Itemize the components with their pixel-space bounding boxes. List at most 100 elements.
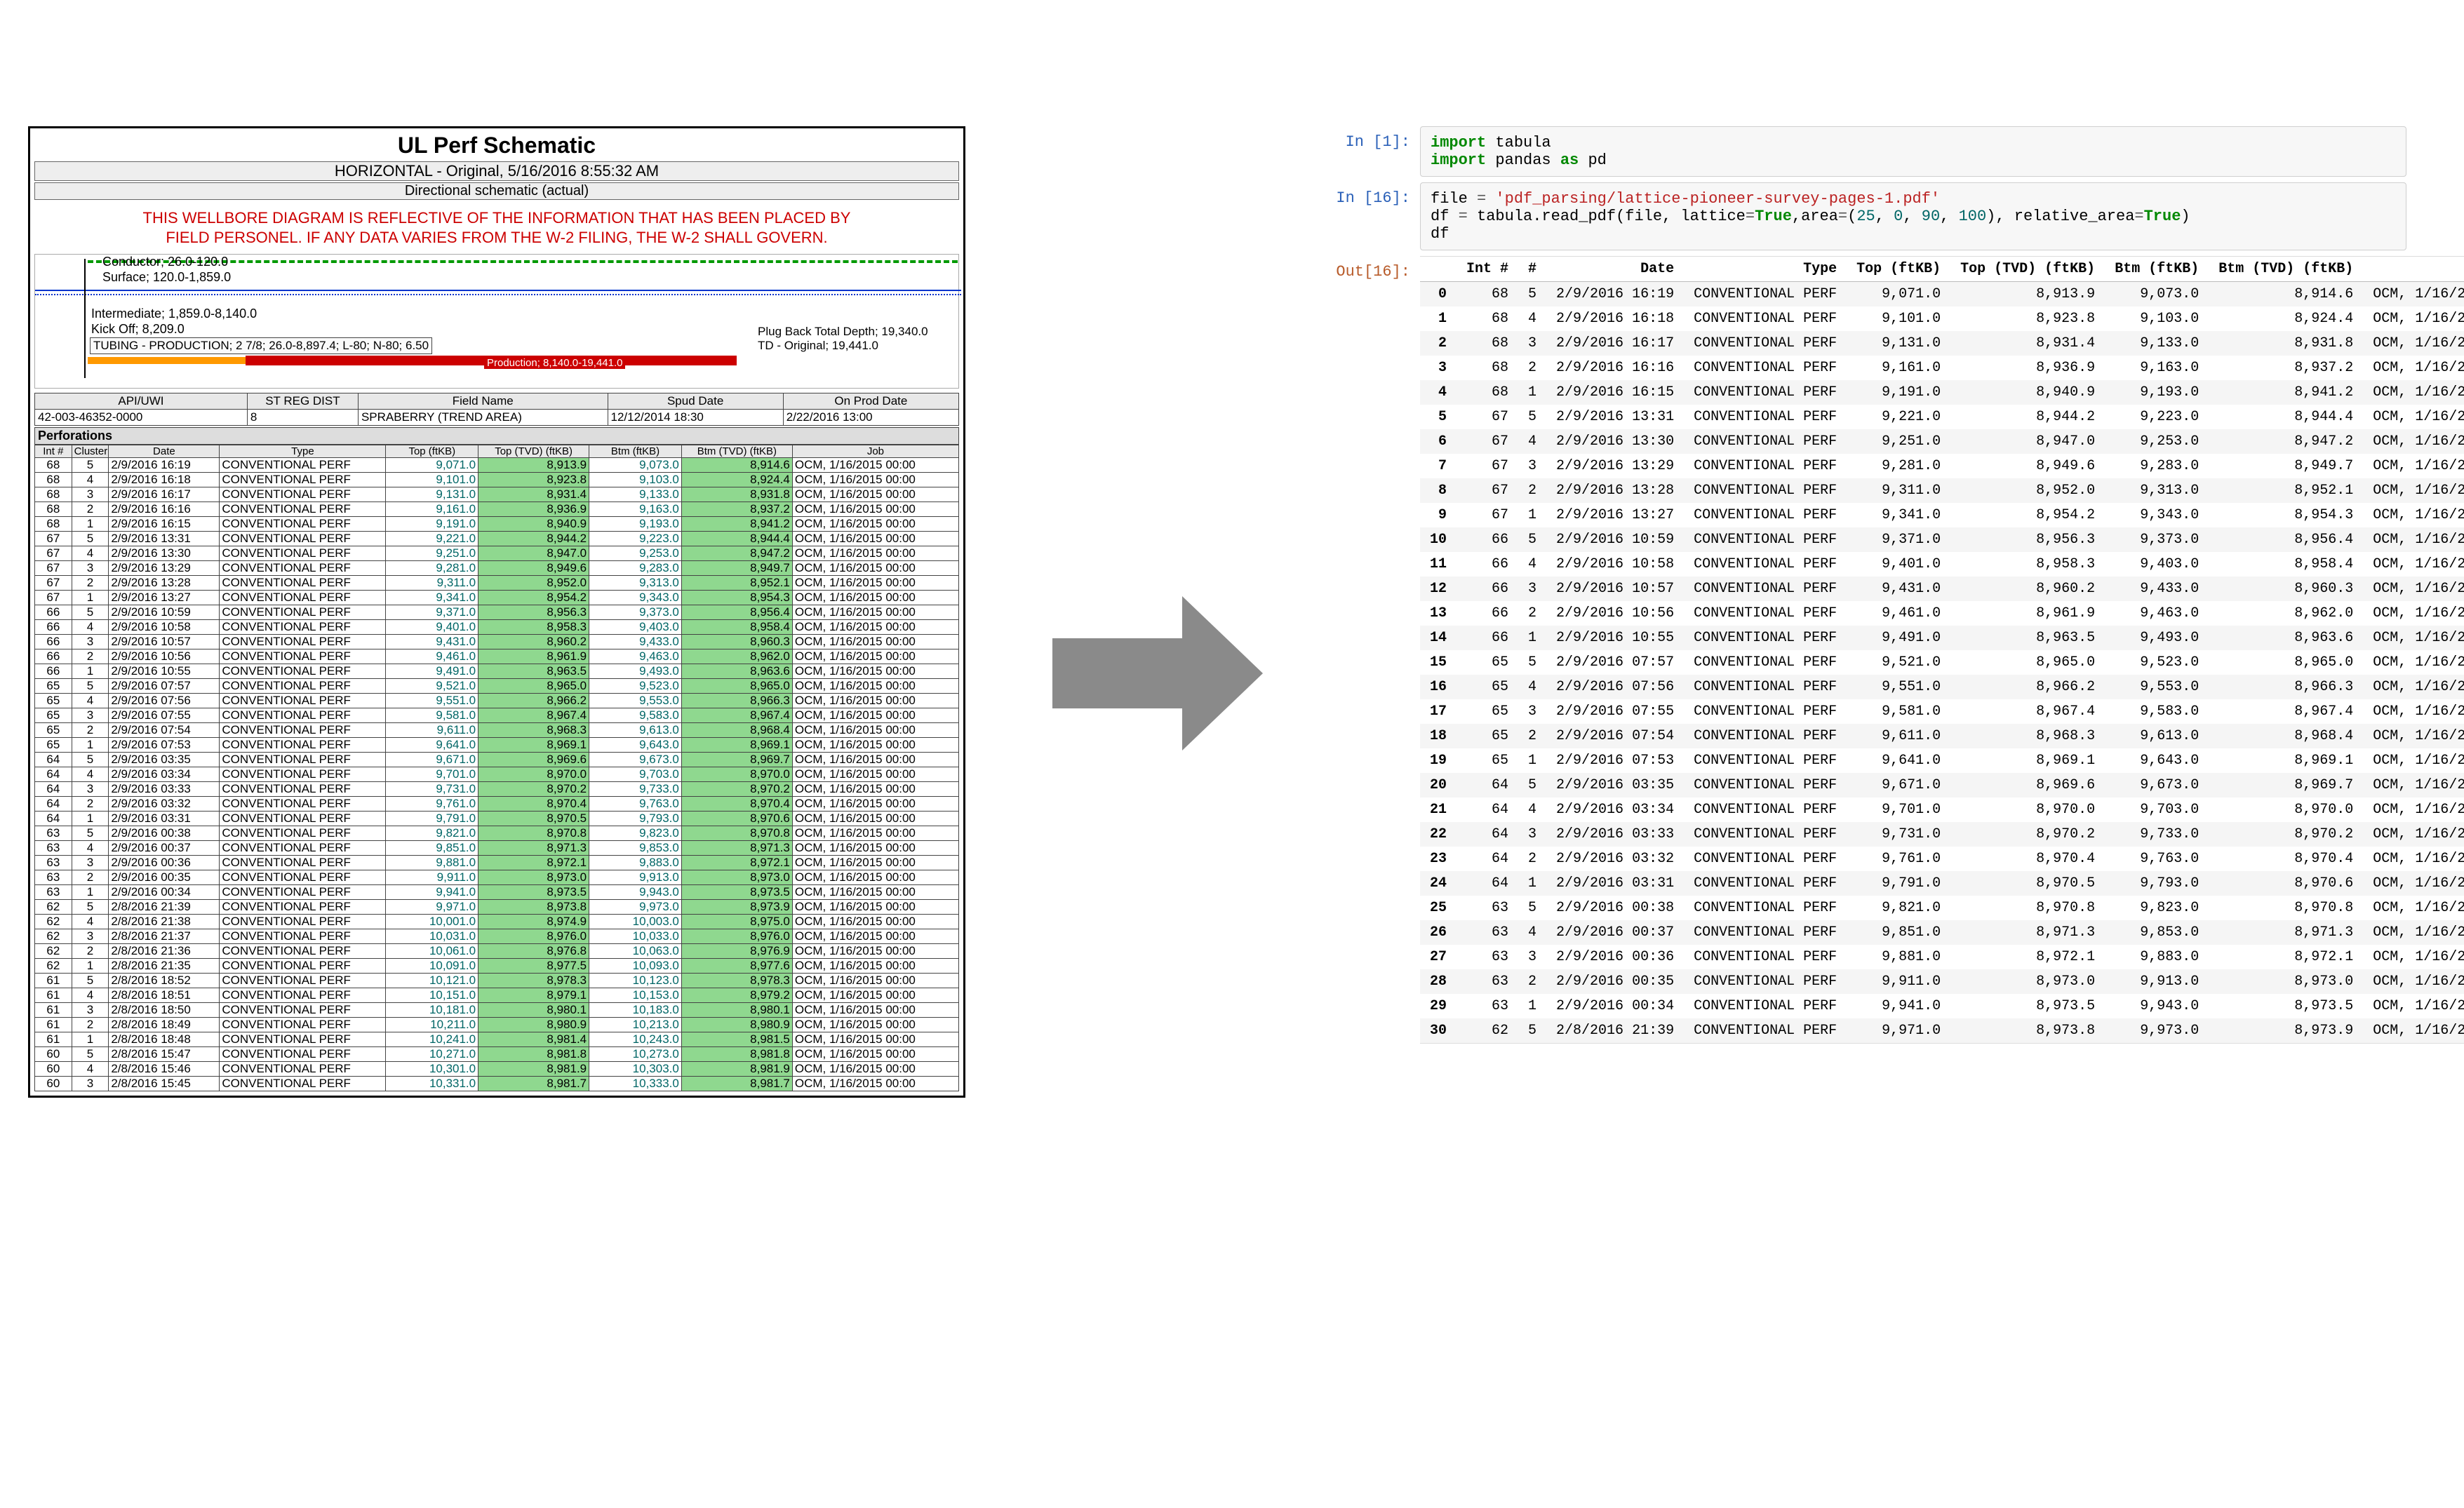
perf-row: 6422/9/2016 03:32CONVENTIONAL PERF9,761.… bbox=[35, 797, 959, 812]
arrow-icon bbox=[1052, 596, 1263, 750]
df-row: 26832/9/2016 16:17CONVENTIONAL PERF9,131… bbox=[1420, 331, 2464, 356]
df-h-cluster: # bbox=[1518, 257, 1546, 282]
df-row: 106652/9/2016 10:59CONVENTIONAL PERF9,37… bbox=[1420, 527, 2464, 552]
df-row: 176532/9/2016 07:55CONVENTIONAL PERF9,58… bbox=[1420, 699, 2464, 724]
doc-warning-line-2: FIELD PERSONEL. IF ANY DATA VARIES FROM … bbox=[166, 229, 827, 246]
hdr-st-value: 8 bbox=[247, 410, 358, 426]
code-cell-1[interactable]: In [1]: import tabula import pandas as p… bbox=[1312, 126, 2406, 177]
perf-row: 6142/8/2016 18:51CONVENTIONAL PERF10,151… bbox=[35, 988, 959, 1003]
df-row: 206452/9/2016 03:35CONVENTIONAL PERF9,67… bbox=[1420, 773, 2464, 797]
perf-h-date: Date bbox=[109, 445, 220, 458]
perf-h-ttvd: Top (TVD) (ftKB) bbox=[478, 445, 589, 458]
sch-intermediate: Intermediate; 1,859.0-8,140.0 bbox=[91, 307, 257, 321]
df-h-type: Type bbox=[1684, 257, 1847, 282]
output-cell: Out[16]: Int # # Date Type Top (ftKB) bbox=[1312, 256, 2406, 1044]
perf-row: 6342/9/2016 00:37CONVENTIONAL PERF9,851.… bbox=[35, 841, 959, 856]
perf-row: 6512/9/2016 07:53CONVENTIONAL PERF9,641.… bbox=[35, 738, 959, 753]
df-row: 66742/9/2016 13:30CONVENTIONAL PERF9,251… bbox=[1420, 429, 2464, 454]
out-prompt: Out[16]: bbox=[1312, 256, 1420, 281]
perf-h-top: Top (ftKB) bbox=[386, 445, 478, 458]
hdr-field-value: SPRABERRY (TREND AREA) bbox=[358, 410, 608, 426]
df-row: 186522/9/2016 07:54CONVENTIONAL PERF9,61… bbox=[1420, 724, 2464, 748]
df-row: 76732/9/2016 13:29CONVENTIONAL PERF9,281… bbox=[1420, 454, 2464, 478]
perforations-table: Int # Cluster # Date Type Top (ftKB) Top… bbox=[34, 445, 959, 1091]
df-row: 156552/9/2016 07:57CONVENTIONAL PERF9,52… bbox=[1420, 650, 2464, 675]
df-h-int: Int # bbox=[1457, 257, 1518, 282]
perf-row: 6542/9/2016 07:56CONVENTIONAL PERF9,551.… bbox=[35, 694, 959, 708]
perf-row: 6132/8/2016 18:50CONVENTIONAL PERF10,181… bbox=[35, 1003, 959, 1018]
perf-row: 6842/9/2016 16:18CONVENTIONAL PERF9,101.… bbox=[35, 473, 959, 487]
perf-row: 6532/9/2016 07:55CONVENTIONAL PERF9,581.… bbox=[35, 708, 959, 723]
perf-row: 6432/9/2016 03:33CONVENTIONAL PERF9,731.… bbox=[35, 782, 959, 797]
perf-row: 6712/9/2016 13:27CONVENTIONAL PERF9,341.… bbox=[35, 591, 959, 605]
hdr-spud-label: Spud Date bbox=[608, 393, 783, 410]
df-h-job: Job bbox=[2363, 257, 2464, 282]
in-prompt-1: In [1]: bbox=[1312, 126, 1420, 151]
hdr-spud-value: 12/12/2014 18:30 bbox=[608, 410, 783, 426]
perf-h-btvd: Btm (TVD) (ftKB) bbox=[681, 445, 792, 458]
perf-row: 6442/9/2016 03:34CONVENTIONAL PERF9,701.… bbox=[35, 767, 959, 782]
perf-row: 6112/8/2016 18:48CONVENTIONAL PERF10,241… bbox=[35, 1032, 959, 1047]
perf-row: 6322/9/2016 00:35CONVENTIONAL PERF9,911.… bbox=[35, 870, 959, 885]
perf-row: 6122/8/2016 18:49CONVENTIONAL PERF10,211… bbox=[35, 1018, 959, 1032]
sch-kickoff: Kick Off; 8,209.0 bbox=[91, 322, 185, 337]
df-row: 146612/9/2016 10:55CONVENTIONAL PERF9,49… bbox=[1420, 626, 2464, 650]
df-row: 56752/9/2016 13:31CONVENTIONAL PERF9,221… bbox=[1420, 405, 2464, 429]
hdr-st-label: ST REG DIST bbox=[247, 393, 358, 410]
df-row: 36822/9/2016 16:16CONVENTIONAL PERF9,161… bbox=[1420, 356, 2464, 380]
perf-row: 6832/9/2016 16:17CONVENTIONAL PERF9,131.… bbox=[35, 487, 959, 502]
df-row: 136622/9/2016 10:56CONVENTIONAL PERF9,46… bbox=[1420, 601, 2464, 626]
perf-row: 6752/9/2016 13:31CONVENTIONAL PERF9,221.… bbox=[35, 532, 959, 546]
jupyter-panel: In [1]: import tabula import pandas as p… bbox=[1312, 126, 2406, 1049]
df-row: 126632/9/2016 10:57CONVENTIONAL PERF9,43… bbox=[1420, 577, 2464, 601]
perf-row: 6252/8/2016 21:39CONVENTIONAL PERF9,971.… bbox=[35, 900, 959, 915]
perf-row: 6612/9/2016 10:55CONVENTIONAL PERF9,491.… bbox=[35, 664, 959, 679]
hdr-field-label: Field Name bbox=[358, 393, 608, 410]
df-h-ttvd: Top (TVD) (ftKB) bbox=[1950, 257, 2105, 282]
perf-h-int: Int # bbox=[35, 445, 72, 458]
code-cell-2[interactable]: In [16]: file = 'pdf_parsing/lattice-pio… bbox=[1312, 182, 2406, 250]
perf-row: 6312/9/2016 00:34CONVENTIONAL PERF9,941.… bbox=[35, 885, 959, 900]
hdr-api-label: API/UWI bbox=[35, 393, 248, 410]
doc-subtitle-2: Directional schematic (actual) bbox=[34, 182, 959, 200]
perf-row: 6332/9/2016 00:36CONVENTIONAL PERF9,881.… bbox=[35, 856, 959, 870]
perf-row: 6642/9/2016 10:58CONVENTIONAL PERF9,401.… bbox=[35, 620, 959, 635]
perf-row: 6822/9/2016 16:16CONVENTIONAL PERF9,161.… bbox=[35, 502, 959, 517]
df-h-idx bbox=[1420, 257, 1457, 282]
perf-h-btm: Btm (ftKB) bbox=[589, 445, 682, 458]
perf-row: 6722/9/2016 13:28CONVENTIONAL PERF9,311.… bbox=[35, 576, 959, 591]
df-row: 246412/9/2016 03:31CONVENTIONAL PERF9,79… bbox=[1420, 871, 2464, 896]
df-row: 216442/9/2016 03:34CONVENTIONAL PERF9,70… bbox=[1420, 797, 2464, 822]
sch-conductor: Conductor; 26.0-120.0 bbox=[102, 255, 228, 269]
perf-h-job: Job bbox=[792, 445, 958, 458]
perf-h-type: Type bbox=[220, 445, 386, 458]
perf-row: 6522/9/2016 07:54CONVENTIONAL PERF9,611.… bbox=[35, 723, 959, 738]
perf-row: 6032/8/2016 15:45CONVENTIONAL PERF10,331… bbox=[35, 1077, 959, 1091]
perf-row: 6052/8/2016 15:47CONVENTIONAL PERF10,271… bbox=[35, 1047, 959, 1062]
df-h-top: Top (ftKB) bbox=[1847, 257, 1950, 282]
perf-row: 6242/8/2016 21:38CONVENTIONAL PERF10,001… bbox=[35, 915, 959, 929]
perf-row: 6352/9/2016 00:38CONVENTIONAL PERF9,821.… bbox=[35, 826, 959, 841]
df-row: 266342/9/2016 00:37CONVENTIONAL PERF9,85… bbox=[1420, 920, 2464, 945]
sch-tubing: TUBING - PRODUCTION; 2 7/8; 26.0-8,897.4… bbox=[90, 337, 432, 354]
df-row: 256352/9/2016 00:38CONVENTIONAL PERF9,82… bbox=[1420, 896, 2464, 920]
df-h-btm: Btm (ftKB) bbox=[2105, 257, 2209, 282]
doc-header-grid: API/UWI ST REG DIST Field Name Spud Date… bbox=[34, 393, 959, 426]
df-row: 16842/9/2016 16:18CONVENTIONAL PERF9,101… bbox=[1420, 307, 2464, 331]
doc-warning: THIS WELLBORE DIAGRAM IS REFLECTIVE OF T… bbox=[30, 201, 963, 254]
perf-row: 6552/9/2016 07:57CONVENTIONAL PERF9,521.… bbox=[35, 679, 959, 694]
df-row: 96712/9/2016 13:27CONVENTIONAL PERF9,341… bbox=[1420, 503, 2464, 527]
df-row: 276332/9/2016 00:36CONVENTIONAL PERF9,88… bbox=[1420, 945, 2464, 969]
perf-row: 6742/9/2016 13:30CONVENTIONAL PERF9,251.… bbox=[35, 546, 959, 561]
df-h-date: Date bbox=[1546, 257, 1684, 282]
doc-subtitle: HORIZONTAL - Original, 5/16/2016 8:55:32… bbox=[34, 161, 959, 181]
df-row: 306252/8/2016 21:39CONVENTIONAL PERF9,97… bbox=[1420, 1018, 2464, 1043]
df-row: 06852/9/2016 16:19CONVENTIONAL PERF9,071… bbox=[1420, 282, 2464, 307]
df-row: 46812/9/2016 16:15CONVENTIONAL PERF9,191… bbox=[1420, 380, 2464, 405]
df-row: 196512/9/2016 07:53CONVENTIONAL PERF9,64… bbox=[1420, 748, 2464, 773]
df-row: 86722/9/2016 13:28CONVENTIONAL PERF9,311… bbox=[1420, 478, 2464, 503]
perf-row: 6852/9/2016 16:19CONVENTIONAL PERF9,071.… bbox=[35, 458, 959, 473]
perf-row: 6732/9/2016 13:29CONVENTIONAL PERF9,281.… bbox=[35, 561, 959, 576]
df-row: 166542/9/2016 07:56CONVENTIONAL PERF9,55… bbox=[1420, 675, 2464, 699]
perf-row: 6152/8/2016 18:52CONVENTIONAL PERF10,121… bbox=[35, 974, 959, 988]
